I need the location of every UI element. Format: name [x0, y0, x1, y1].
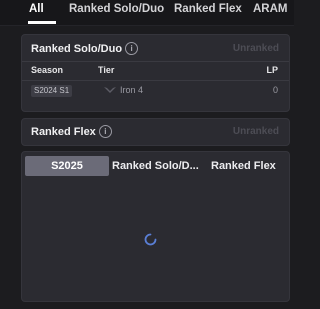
info-icon[interactable]: i [98, 125, 112, 138]
segment-ranked-solo-duo[interactable]: Ranked Solo/D... [112, 156, 199, 176]
table-header: Season Tier LP [22, 61, 289, 81]
segment-ranked-flex[interactable]: Ranked Flex [211, 156, 276, 176]
tab-aram[interactable]: ARAM [253, 0, 288, 22]
queue-tab-bar: All Ranked Solo/Duo Ranked Flex ARAM [0, 0, 294, 26]
table-row: S2024 S1 Iron 4 0 [22, 80, 289, 102]
ranked-solo-duo-card: Ranked Solo/Duo i Unranked Season Tier LP… [21, 34, 290, 112]
solo-duo-title: Ranked Solo/Duo [31, 43, 123, 55]
column-season: Season [31, 65, 64, 75]
card-title: Ranked Solo/Duo i [31, 42, 139, 55]
segment-s2025[interactable]: S2025 [25, 156, 109, 176]
card-title: Ranked Flex i [31, 125, 112, 138]
tier-value: Iron 4 [120, 85, 144, 95]
ranked-flex-card: Ranked Flex i Unranked [21, 118, 290, 146]
tab-ranked-solo-duo[interactable]: Ranked Solo/Duo [69, 0, 164, 22]
spinner-icon [144, 233, 157, 246]
column-lp: LP [266, 65, 278, 75]
column-tier: Tier [98, 65, 115, 75]
flex-title: Ranked Flex [31, 126, 96, 138]
info-icon[interactable]: i [125, 42, 139, 55]
active-tab-indicator [28, 21, 56, 24]
tab-ranked-flex[interactable]: Ranked Flex [174, 0, 242, 22]
iron-rank-icon [104, 87, 116, 93]
lp-value: 0 [272, 85, 278, 95]
rank-status: Unranked [232, 126, 279, 137]
tab-all[interactable]: All [29, 0, 44, 22]
rank-status: Unranked [232, 43, 279, 54]
match-history-card: S2025 Ranked Solo/D... Ranked Flex [21, 151, 290, 302]
season-badge: S2024 S1 [31, 85, 73, 97]
